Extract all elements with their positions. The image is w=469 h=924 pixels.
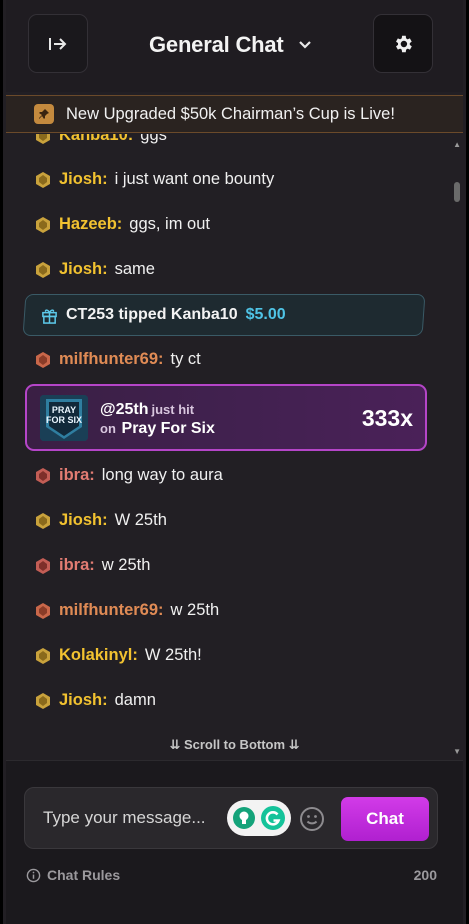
message-input[interactable] xyxy=(43,808,223,828)
chat-header: General Chat xyxy=(6,0,463,92)
list-item: Jiosh: i just want one bounty xyxy=(34,170,274,189)
info-icon xyxy=(26,868,41,882)
lightbulb-icon xyxy=(233,807,255,829)
extension-pill[interactable] xyxy=(227,800,291,836)
win-on-label: on xyxy=(100,421,116,436)
rose-gem-badge-icon xyxy=(36,467,50,484)
chat-message-text: ggs xyxy=(140,134,167,144)
gold-coin-badge-icon xyxy=(36,692,50,709)
rose-gem-badge-icon xyxy=(36,557,50,574)
pin-icon xyxy=(34,104,54,124)
scroll-up-arrow-icon[interactable]: ▲ xyxy=(453,140,461,149)
emoji-button[interactable] xyxy=(299,806,325,837)
grammarly-icon xyxy=(261,806,285,830)
chevron-down-icon xyxy=(298,41,311,49)
chat-message-text: ty ct xyxy=(170,350,201,368)
gold-coin-badge-icon xyxy=(36,647,50,664)
chat-username[interactable]: Hazeeb: xyxy=(59,215,122,234)
chat-username[interactable]: Kolakinyl: xyxy=(59,646,138,665)
win-hit-label: just hit xyxy=(151,402,195,417)
list-item: Kanba10: ggs xyxy=(34,134,167,145)
chat-message-text: same xyxy=(114,260,155,278)
chat-panel: General Chat New Upgraded $50k Chairman’… xyxy=(0,0,469,924)
tip-text: CT253 tipped Kanba10 xyxy=(66,306,238,323)
copper-gem-badge-icon xyxy=(36,602,50,619)
list-item: milfhunter69: ty ct xyxy=(34,350,201,369)
chat-message-text: w 25th xyxy=(101,556,151,574)
chat-message-text: W 25th! xyxy=(144,646,202,664)
scrollbar-thumb[interactable] xyxy=(454,182,460,202)
list-item: Kolakinyl: W 25th! xyxy=(34,646,202,665)
gold-coin-badge-icon xyxy=(36,134,50,144)
list-item: Jiosh: damn xyxy=(34,691,156,710)
list-item: Jiosh: W 25th xyxy=(34,511,167,530)
announcement-banner[interactable]: New Upgraded $50k Chairman’s Cup is Live… xyxy=(6,95,463,133)
chat-message-text: ggs, im out xyxy=(129,215,210,233)
game-thumbnail: PRAY FOR SIX xyxy=(40,395,88,441)
gift-icon xyxy=(42,308,57,324)
win-multiplier: 333x xyxy=(361,405,413,431)
scroll-to-bottom-button[interactable]: ⇊ Scroll to Bottom ⇊ xyxy=(6,737,463,753)
gold-coin-badge-icon xyxy=(36,216,50,233)
chat-username[interactable]: Kanba10: xyxy=(59,134,133,145)
scroll-down-arrow-icon[interactable]: ▼ xyxy=(453,747,461,756)
collapse-chat-button[interactable] xyxy=(28,14,88,73)
chat-username[interactable]: Jiosh: xyxy=(59,511,108,530)
chat-message-text: W 25th xyxy=(114,511,167,529)
tip-amount: $5.00 xyxy=(245,306,286,323)
announcement-text: New Upgraded $50k Chairman’s Cup is Live… xyxy=(66,104,395,123)
chat-rules-label: Chat Rules xyxy=(47,867,121,883)
chat-message-text: i just want one bounty xyxy=(114,170,275,188)
chat-username[interactable]: milfhunter69: xyxy=(59,350,164,369)
chat-username[interactable]: milfhunter69: xyxy=(59,601,164,620)
gold-coin-badge-icon xyxy=(36,171,50,188)
big-win-card[interactable]: PRAY FOR SIX @25th just hit on Pray For S… xyxy=(25,384,427,451)
gear-icon xyxy=(396,35,412,52)
list-item: ibra: w 25th xyxy=(34,556,150,575)
page-title: General Chat xyxy=(149,32,284,57)
list-item: Jiosh: same xyxy=(34,260,155,279)
game-art-text: PRAY FOR SIX xyxy=(45,405,82,425)
gold-coin-badge-icon xyxy=(36,261,50,278)
chat-username[interactable]: Jiosh: xyxy=(59,260,108,279)
character-count: 200 xyxy=(413,867,437,883)
chat-rules-link[interactable]: Chat Rules xyxy=(26,867,120,883)
game-name[interactable]: Pray For Six xyxy=(122,420,215,437)
smiley-icon xyxy=(300,807,324,831)
chat-username[interactable]: Jiosh: xyxy=(59,170,108,189)
chat-message-text: long way to aura xyxy=(101,466,223,484)
collapse-arrow-icon xyxy=(49,37,67,50)
chat-room-selector[interactable]: General Chat xyxy=(149,30,312,60)
composer-area: Chat Chat Rules 200 xyxy=(6,760,463,924)
winner-username[interactable]: @25th xyxy=(100,401,149,418)
chat-message-text: w 25th xyxy=(170,601,220,619)
chat-scrollbar[interactable]: ▲ ▼ xyxy=(451,134,463,760)
copper-gem-badge-icon xyxy=(36,351,50,368)
chat-message-list[interactable]: Kanba10: ggs Jiosh: i just want one boun… xyxy=(6,134,463,760)
settings-button[interactable] xyxy=(373,14,433,73)
gold-coin-badge-icon xyxy=(36,512,50,529)
list-item: milfhunter69: w 25th xyxy=(34,601,219,620)
chat-message-text: damn xyxy=(114,691,156,709)
chat-username[interactable]: Jiosh: xyxy=(59,691,108,710)
message-composer: Chat xyxy=(24,787,438,849)
list-item: ibra: long way to aura xyxy=(34,466,223,485)
tip-notification: CT253 tipped Kanba10 $5.00 xyxy=(22,294,426,336)
send-chat-button[interactable]: Chat xyxy=(341,797,429,841)
chat-username[interactable]: ibra: xyxy=(59,466,95,485)
list-item: Hazeeb: ggs, im out xyxy=(34,215,210,234)
chat-username[interactable]: ibra: xyxy=(59,556,95,575)
